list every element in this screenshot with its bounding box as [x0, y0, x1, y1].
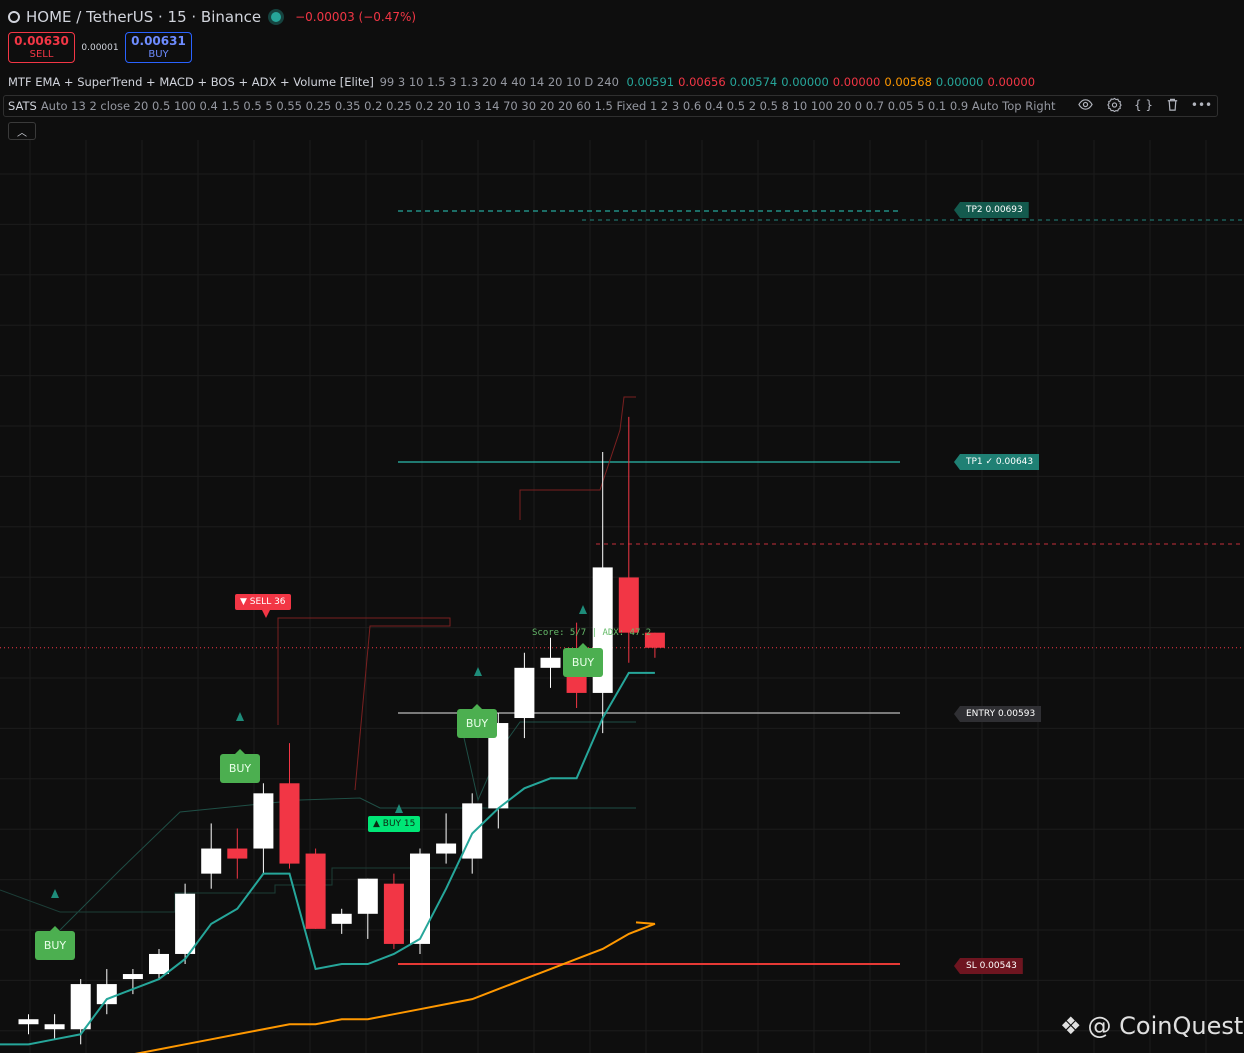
indicator-name: SATS [8, 99, 37, 113]
sell-price: 0.00630 [14, 34, 69, 49]
candle-body [305, 853, 326, 929]
candle-body [279, 783, 300, 864]
buy-signal-box: BUY [35, 926, 75, 960]
entry-price-label: ENTRY 0.00593 [954, 706, 1042, 722]
candle-body [201, 848, 222, 874]
more-icon[interactable]: ••• [1191, 97, 1212, 112]
indicator-params: Auto 13 2 close 20 0.5 100 0.4 1.5 0.5 5… [40, 99, 1056, 113]
indicator-values: 0.00591 0.00656 0.00574 0.00000 0.00000 0.005… [623, 75, 1036, 89]
resistance-band [519, 396, 636, 520]
candle-body [540, 657, 561, 668]
indicator-name: MTF EMA + SuperTrend + MACD + BOS + ADX … [8, 75, 374, 89]
indicator-value: 0.00000 [832, 75, 881, 89]
tp1-price-label: TP1 ✓ 0.00643 [954, 454, 1040, 470]
candle-body [410, 853, 430, 944]
sell-signal-label: ▼ SELL 36 [235, 594, 291, 610]
buy-signal-box: BUY [220, 749, 260, 783]
sell-label: SELL [29, 48, 54, 60]
candle-body [122, 974, 143, 980]
candle-body [618, 577, 639, 633]
market-open-icon [271, 12, 282, 22]
price-change: −0.00003 (−0.47%) [295, 10, 417, 24]
eye-icon[interactable] [1078, 97, 1093, 112]
sl-price-label: SL 0.00543 [954, 958, 1023, 974]
buy-arrow-icon [579, 605, 587, 614]
sell-arrow-icon [262, 610, 270, 618]
buy-button[interactable]: 0.00631 BUY [125, 32, 192, 63]
indicator-value: 0.00574 [729, 75, 778, 89]
candles [18, 416, 665, 1045]
candle-body [331, 913, 352, 924]
buy-price: 0.00631 [131, 34, 186, 49]
candle-body [70, 984, 91, 1030]
candle-body [383, 883, 404, 944]
candle-body [436, 843, 457, 854]
indicator-value: 0.00000 [781, 75, 829, 89]
buy-arrow-icon [474, 667, 482, 676]
buy-label: BUY [148, 48, 169, 60]
indicator-value: 0.00656 [678, 75, 726, 89]
candle-body [227, 848, 248, 859]
candle-body [357, 878, 378, 914]
buy-arrow-icon [51, 889, 59, 898]
indicator-legend-mtf[interactable]: MTF EMA + SuperTrend + MACD + BOS + ADX … [8, 75, 1035, 89]
trade-buttons: 0.00630 SELL 0.00001 0.00631 BUY [8, 32, 192, 63]
candle-body [514, 667, 535, 719]
symbol-header[interactable]: HOME / TetherUS · 15 · Binance −0.00003 … [8, 6, 416, 28]
gear-icon[interactable] [1107, 97, 1122, 112]
candle-body [44, 1024, 65, 1030]
candle-body [253, 793, 274, 849]
candle-body [96, 984, 117, 1005]
support-band [59, 797, 636, 931]
collapse-legend-button[interactable]: ︿ [8, 122, 36, 140]
price-chart[interactable] [0, 0, 1244, 1053]
indicator-value: 0.00568 [884, 75, 932, 89]
trash-icon[interactable] [1165, 97, 1180, 112]
watermark-text: @ CoinQuest [1087, 1012, 1244, 1040]
buy-signal-box: BUY [563, 643, 603, 677]
candle-body [175, 893, 196, 954]
indicator-value: 0.00591 [626, 75, 675, 89]
indicator-legend-sats[interactable]: SATS Auto 13 2 close 20 0.5 100 0.4 1.5 … [3, 95, 1218, 117]
buy-signal-label: ▲ BUY 15 [368, 816, 421, 832]
indicator-params: 99 3 10 1.5 3 1.3 20 4 40 14 20 10 D 240 [379, 75, 619, 89]
resistance-band [277, 617, 451, 791]
indicator-value: 0.00000 [987, 75, 1036, 89]
candle-body [18, 1019, 39, 1025]
score-annotation: Score: 5/7 | ADX: 47.2 [532, 628, 652, 638]
spread-value: 0.00001 [81, 42, 119, 53]
indicator-value: 0.00000 [935, 75, 984, 89]
sell-button[interactable]: 0.00630 SELL [8, 32, 75, 63]
buy-signal-box: BUY [457, 704, 497, 738]
tp2-price-label: TP2 0.00693 [954, 202, 1029, 218]
chevron-up-icon: ︿ [17, 127, 27, 139]
diamond-logo-icon: ❖ [1060, 1012, 1082, 1040]
source-code-icon[interactable]: { } [1134, 97, 1153, 112]
candle-body [149, 953, 169, 975]
watermark: ❖ @ CoinQuest [1060, 1012, 1243, 1040]
buy-arrow-icon [236, 712, 244, 721]
symbol-title[interactable]: HOME / TetherUS · 15 · Binance [26, 8, 261, 26]
indicator-actions: { } ••• [1078, 97, 1212, 112]
symbol-logo-icon [8, 11, 20, 23]
